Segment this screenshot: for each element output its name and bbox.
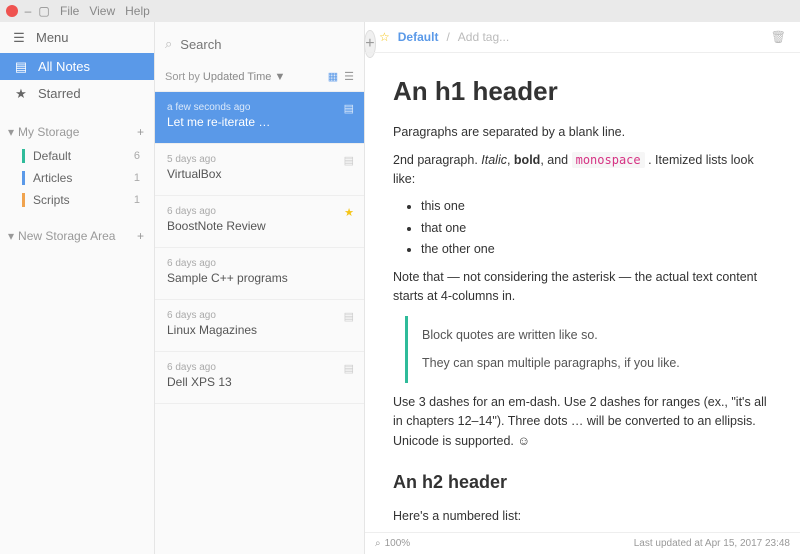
note-time: 6 days ago	[167, 258, 352, 269]
add-folder-icon[interactable]: +	[137, 229, 144, 243]
sort-control[interactable]: Sort by Updated Time ▼	[165, 71, 285, 83]
note-time: 6 days ago	[167, 206, 352, 217]
bullet-list: this one that one the other one	[421, 197, 772, 259]
menu-toggle[interactable]: ☰ Menu	[0, 22, 154, 53]
storage-section[interactable]: ▾My Storage +	[0, 119, 154, 145]
note-title: BoostNote Review	[167, 219, 352, 233]
note-title: Sample C++ programs	[167, 271, 352, 285]
doc-icon: ▤	[344, 102, 354, 115]
folder-color-icon	[22, 171, 25, 185]
menu-help[interactable]: Help	[125, 4, 150, 18]
add-folder-icon[interactable]: +	[137, 125, 144, 139]
paragraph: Here's a numbered list:	[393, 507, 772, 526]
storage-section-2[interactable]: ▾New Storage Area +	[0, 223, 154, 249]
maximize-icon[interactable]: ▢	[38, 5, 50, 17]
paragraph: Note that — not considering the asterisk…	[393, 268, 772, 307]
titlebar: – ▢ File View Help	[0, 0, 800, 22]
heading-1: An h1 header	[393, 71, 772, 111]
minimize-icon[interactable]: –	[22, 5, 34, 17]
star-icon[interactable]: ☆	[379, 30, 390, 44]
paragraph: 2nd paragraph. Italic, bold, and monospa…	[393, 151, 772, 190]
folder-color-icon	[22, 149, 25, 163]
folder-default[interactable]: Default 6	[0, 145, 154, 167]
note-title: Linux Magazines	[167, 323, 352, 337]
paragraph: Paragraphs are separated by a blank line…	[393, 123, 772, 142]
menu-label: Menu	[36, 30, 69, 45]
zoom-level[interactable]: 100%	[385, 538, 411, 549]
search-icon: ⌕	[165, 37, 172, 51]
editor-pane: ☆ Default / Add tag... 🗑 An h1 header Pa…	[365, 22, 800, 554]
note-content[interactable]: An h1 header Paragraphs are separated by…	[365, 53, 800, 532]
note-item[interactable]: 6 days ago Linux Magazines ▤	[155, 300, 364, 352]
note-item[interactable]: 5 days ago VirtualBox ▤	[155, 144, 364, 196]
close-icon[interactable]	[6, 5, 18, 17]
note-folder[interactable]: Default	[398, 30, 439, 44]
view-grid-icon[interactable]: ▦	[328, 70, 338, 83]
sidebar: ☰ Menu ▤ All Notes ★ Starred ▾My Storage…	[0, 22, 155, 554]
note-time: 6 days ago	[167, 362, 352, 373]
view-list-icon[interactable]: ☰	[344, 70, 354, 83]
note-item[interactable]: a few seconds ago Let me re-iterate … ▤	[155, 92, 364, 144]
note-title: VirtualBox	[167, 167, 352, 181]
search-input[interactable]	[180, 37, 356, 52]
note-title: Let me re-iterate …	[167, 115, 352, 129]
folder-articles[interactable]: Articles 1	[0, 167, 154, 189]
book-icon: ▤	[14, 60, 28, 74]
doc-icon: ▤	[344, 362, 354, 375]
paragraph: Use 3 dashes for an em-dash. Use 2 dashe…	[393, 393, 772, 451]
note-title: Dell XPS 13	[167, 375, 352, 389]
menu-file[interactable]: File	[60, 4, 79, 18]
doc-icon: ▤	[344, 310, 354, 323]
hamburger-icon: ☰	[12, 31, 26, 45]
star-icon: ★	[344, 206, 354, 219]
chevron-down-icon: ▾	[8, 229, 14, 243]
add-tag-input[interactable]: Add tag...	[458, 30, 763, 44]
trash-icon[interactable]: 🗑	[771, 30, 786, 44]
nav-all-notes[interactable]: ▤ All Notes	[0, 53, 154, 80]
note-time: a few seconds ago	[167, 102, 352, 113]
doc-icon: ▤	[344, 154, 354, 167]
note-item[interactable]: 6 days ago Dell XPS 13 ▤	[155, 352, 364, 404]
zoom-icon[interactable]: ⌕	[375, 538, 381, 549]
nav-starred[interactable]: ★ Starred	[0, 80, 154, 107]
heading-2: An h2 header	[393, 469, 772, 497]
menu-view[interactable]: View	[89, 4, 115, 18]
folder-color-icon	[22, 193, 25, 207]
note-item[interactable]: 6 days ago BoostNote Review ★	[155, 196, 364, 248]
star-icon: ★	[14, 87, 28, 101]
chevron-down-icon: ▾	[8, 125, 14, 139]
note-list: ⌕ + Sort by Updated Time ▼ ▦ ☰ a few sec…	[155, 22, 365, 554]
note-time: 6 days ago	[167, 310, 352, 321]
folder-scripts[interactable]: Scripts 1	[0, 189, 154, 211]
note-item[interactable]: 6 days ago Sample C++ programs	[155, 248, 364, 300]
note-time: 5 days ago	[167, 154, 352, 165]
last-updated: Last updated at Apr 15, 2017 23:48	[634, 538, 790, 549]
blockquote: Block quotes are written like so. They c…	[405, 316, 772, 383]
status-bar: ⌕ 100% Last updated at Apr 15, 2017 23:4…	[365, 532, 800, 554]
